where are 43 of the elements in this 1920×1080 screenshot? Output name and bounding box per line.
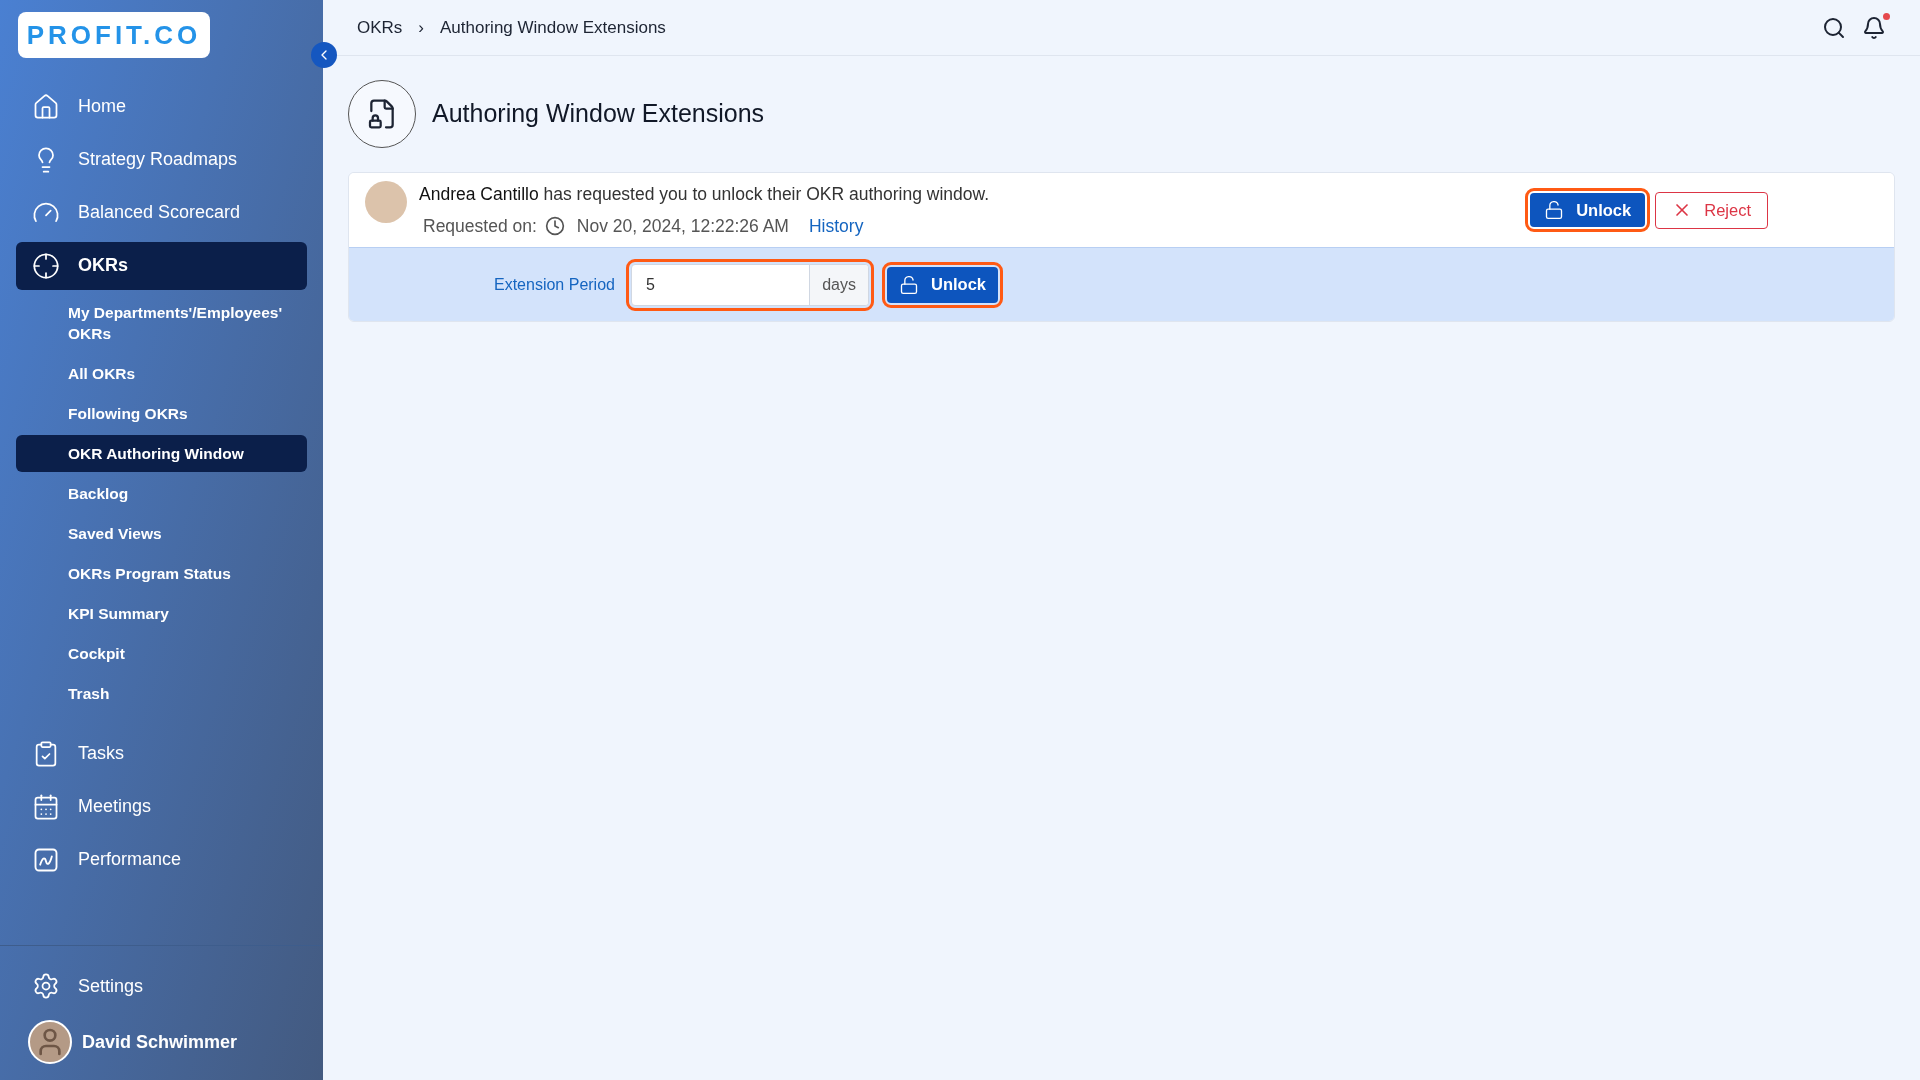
nav-item[interactable]: Strategy Roadmaps [16, 135, 307, 184]
home-icon [32, 92, 60, 121]
nav-subitem[interactable]: Following OKRs [16, 394, 307, 432]
page-title: Authoring Window Extensions [432, 98, 765, 130]
user-name[interactable]: David Schwimmer [82, 1028, 238, 1056]
breadcrumb-separator: › [418, 16, 424, 39]
nav-subitem[interactable]: Backlog [16, 474, 307, 512]
nav-subitem[interactable]: KPI Summary [16, 594, 307, 632]
calendar-icon [32, 792, 60, 821]
collapse-button[interactable] [311, 42, 337, 68]
history-link[interactable]: History [808, 213, 864, 240]
nav-subitem[interactable]: OKR Authoring Window [16, 434, 307, 472]
breadcrumb-link[interactable]: OKRs [357, 14, 403, 41]
nav-item[interactable]: Home [16, 82, 307, 131]
unit-label: days [809, 264, 868, 305]
nav-subitem[interactable]: Saved Views [16, 514, 307, 552]
user-avatar[interactable] [28, 1020, 72, 1064]
clock-icon [544, 216, 565, 237]
request-message: Andrea Cantillo has requested you to unlock their OKR authoring window. [419, 182, 990, 206]
unlock-icon [898, 274, 919, 295]
nav-subitem[interactable]: All OKRs [16, 354, 307, 392]
requester-avatar [365, 181, 407, 223]
nav-item[interactable]: Meetings [16, 782, 307, 831]
settings-icon [32, 972, 60, 1000]
reject-button[interactable]: Reject [1655, 191, 1768, 229]
extension-period-field[interactable]: 5 [631, 264, 810, 305]
crosshair-icon [32, 251, 60, 280]
settings-item[interactable]: Settings [16, 966, 307, 1006]
requested-label: Requested on: [423, 215, 537, 238]
nav-item[interactable]: OKRs [16, 241, 307, 290]
search-icon[interactable] [1822, 15, 1846, 40]
extension-label: Extension Period [494, 274, 615, 295]
nav-subitem[interactable]: OKRs Program Status [16, 554, 307, 592]
nav-item[interactable]: Balanced Scorecard [16, 188, 307, 237]
unlock-icon [1544, 200, 1565, 220]
nav-subitem[interactable]: Trash [16, 674, 307, 712]
logo[interactable]: PROFIT.CO [18, 12, 210, 58]
requested-date: Nov 20, 2024, 12:22:26 AM [576, 215, 789, 238]
nav-subitem[interactable]: Cockpit [16, 634, 307, 672]
nav-item[interactable]: Performance [16, 835, 307, 884]
breadcrumb-link[interactable]: Authoring Window Extensions [440, 14, 666, 41]
nav-item[interactable]: Tasks [16, 729, 307, 778]
nav-subitem[interactable]: My Departments'/Employees' OKRs [16, 293, 307, 352]
